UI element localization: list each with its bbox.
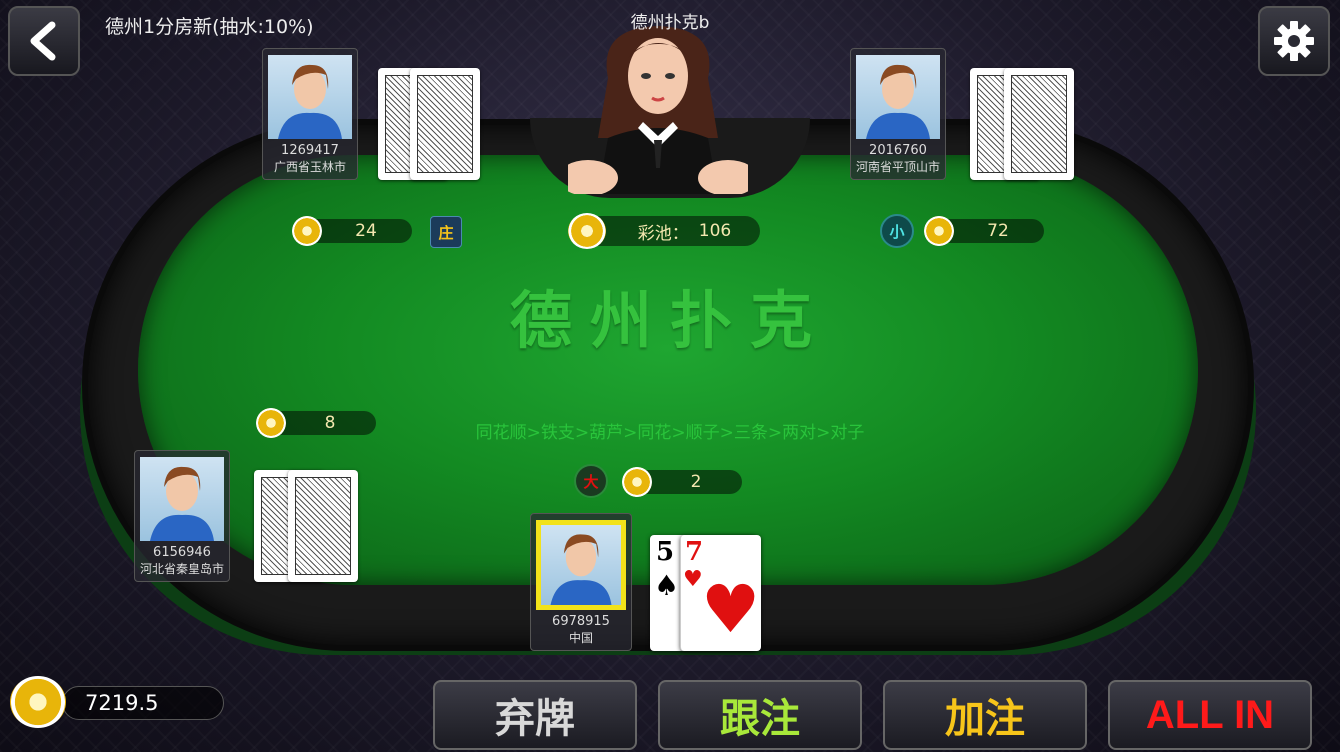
game-name: 德州扑克b <box>630 13 710 33</box>
avatar <box>140 457 224 541</box>
player-seat-top-left[interactable]: 1269417 广西省玉林市 <box>262 48 358 180</box>
avatar <box>536 520 626 610</box>
player-location: 广西省玉林市 <box>273 160 346 174</box>
chip-icon <box>622 467 652 497</box>
player-seat-left[interactable]: 6156946 河北省秦皇岛市 <box>134 450 230 582</box>
card-rank: 5 <box>656 537 675 567</box>
gear-icon <box>1274 21 1314 61</box>
bet-amount: 24 <box>355 221 377 241</box>
table-logo-text: 德州扑克 <box>509 284 830 357</box>
dealer-avatar <box>568 26 748 194</box>
heart-icon-small: ♥ <box>683 567 703 592</box>
coin-stack-icon <box>568 213 606 249</box>
bet-amount: 2 <box>690 472 702 492</box>
raise-button[interactable]: 加注 <box>883 680 1087 750</box>
call-button[interactable]: 跟注 <box>658 680 862 750</box>
heart-icon: ♥ <box>701 571 761 648</box>
player-location: 中国 <box>568 631 593 645</box>
card-rank: 7 <box>685 537 704 567</box>
bet-amount: 8 <box>324 413 336 433</box>
player-id: 2016760 <box>869 143 927 158</box>
big-blind-marker: 大 <box>574 464 608 498</box>
player-seat-top-right[interactable]: 2016760 河南省平顶山市 <box>850 48 946 180</box>
card-back <box>410 68 480 180</box>
spade-icon: ♠ <box>654 569 680 602</box>
player-location: 河北省秦皇岛市 <box>139 562 224 576</box>
player-id: 6156946 <box>153 545 211 560</box>
card-back <box>1004 68 1074 180</box>
player-location: 河南省平顶山市 <box>855 160 940 174</box>
settings-button[interactable] <box>1258 6 1330 76</box>
small-blind-marker: 小 <box>880 214 914 248</box>
pot-label: 彩池： <box>637 223 689 244</box>
bet-amount: 72 <box>987 221 1009 241</box>
chip-icon <box>924 216 954 246</box>
chip-icon <box>256 408 286 438</box>
avatar <box>268 55 352 139</box>
all-in-button[interactable]: ALL IN <box>1108 680 1312 750</box>
avatar <box>856 55 940 139</box>
pot-value: 106 <box>698 221 732 241</box>
hand-card-2: 7 ♥ ♥ <box>680 535 761 651</box>
dealer-marker: 庄 <box>430 216 462 248</box>
card-back <box>288 470 358 582</box>
hand-rankings-text: 同花顺>铁支>葫芦>同花>顺子>三条>两对>对子 <box>475 423 865 443</box>
fold-button[interactable]: 弃牌 <box>433 680 637 750</box>
coin-stack-icon <box>10 676 66 728</box>
player-id: 6978915 <box>552 614 610 629</box>
player-id: 1269417 <box>281 143 339 158</box>
player-seat-self[interactable]: 6978915 中国 <box>530 513 632 651</box>
chip-icon <box>292 216 322 246</box>
balance-value: 7219.5 <box>85 691 159 715</box>
balance-display: 7219.5 <box>62 686 224 720</box>
